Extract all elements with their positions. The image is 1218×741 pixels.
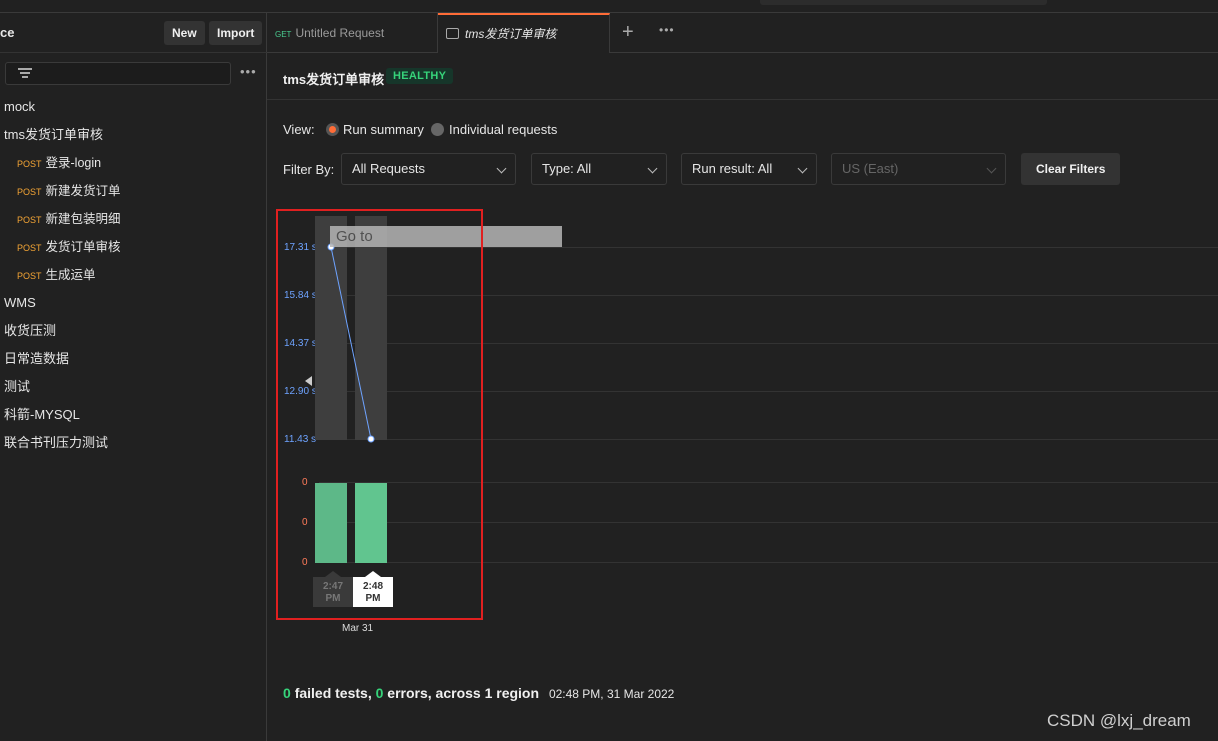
filter-icon xyxy=(18,68,32,80)
x-axis-date-label: Mar 31 xyxy=(342,623,374,634)
collection-tree: mock tms发货订单审核 POST 登录-login POST 新建发货订单 P… xyxy=(0,93,267,457)
collection-item[interactable]: tms发货订单审核 xyxy=(0,121,267,149)
collection-label: 收货压测 xyxy=(4,323,57,338)
collection-label: 日常造数据 xyxy=(4,351,70,366)
global-search-bar[interactable] xyxy=(760,0,1047,5)
failed-count: 0 xyxy=(283,685,291,701)
radio-run-summary[interactable] xyxy=(326,123,339,136)
method-badge: POST xyxy=(17,271,42,281)
tab-monitor[interactable]: tms发货订单审核 xyxy=(438,13,610,53)
annotation-highlight-box xyxy=(276,209,483,620)
method-badge: POST xyxy=(17,159,42,169)
radio-individual-requests-label[interactable]: Individual requests xyxy=(449,122,557,137)
tab-label: Untitled Request xyxy=(295,26,385,40)
filter-label: Filter By: xyxy=(283,162,335,177)
collection-label: 测试 xyxy=(4,379,31,394)
select-value: Run result: All xyxy=(692,161,773,176)
select-value: All Requests xyxy=(352,161,425,176)
sidebar-filter-input[interactable] xyxy=(5,62,231,85)
view-label: View: xyxy=(283,122,315,137)
chevron-down-icon xyxy=(797,163,808,174)
tab-bar: GET Untitled Request tms发货订单审核 + ••• xyxy=(267,13,1218,53)
request-label: 生成运单 xyxy=(45,268,96,282)
sidebar-header: ce New Import xyxy=(0,13,267,53)
errors-text: errors, across 1 region xyxy=(387,685,540,701)
collection-label: 联合书刊压力测试 xyxy=(4,435,109,450)
request-item[interactable]: POST 新建发货订单 xyxy=(0,177,267,205)
run-timestamp: 02:48 PM, 31 Mar 2022 xyxy=(548,687,675,701)
monitor-header: tms发货订单审核 HEALTHY xyxy=(267,53,1218,100)
collection-item[interactable]: 测试 xyxy=(0,373,267,401)
method-badge: POST xyxy=(17,187,42,197)
status-badge: HEALTHY xyxy=(386,68,454,84)
collection-item[interactable]: WMS xyxy=(0,289,267,317)
radio-individual-requests[interactable] xyxy=(431,123,444,136)
workspace-title: ce xyxy=(0,25,15,40)
requests-select[interactable]: All Requests xyxy=(341,153,516,185)
chevron-down-icon xyxy=(647,163,658,174)
more-tabs-icon[interactable]: ••• xyxy=(659,23,675,37)
monitor-icon xyxy=(446,28,459,40)
collection-item[interactable]: 日常造数据 xyxy=(0,345,267,373)
run-result-select[interactable]: Run result: All xyxy=(681,153,817,185)
collection-item[interactable]: 联合书刊压力测试 xyxy=(0,429,267,457)
tab-label: tms发货订单审核 xyxy=(465,27,557,41)
request-label: 新建包装明细 xyxy=(45,212,121,226)
chevron-down-icon xyxy=(986,163,997,174)
type-select[interactable]: Type: All xyxy=(531,153,667,185)
request-item[interactable]: POST 生成运单 xyxy=(0,261,267,289)
request-label: 新建发货订单 xyxy=(45,184,121,198)
more-options-icon[interactable]: ••• xyxy=(240,64,257,79)
page-title: tms发货订单审核 xyxy=(283,72,385,87)
method-badge: GET xyxy=(275,30,292,39)
monitor-panel: tms发货订单审核 HEALTHY View: Run summary Indi… xyxy=(267,53,1218,741)
method-badge: POST xyxy=(17,215,42,225)
collection-label: mock xyxy=(4,99,36,114)
method-badge: POST xyxy=(17,243,42,253)
collection-label: tms发货订单审核 xyxy=(4,127,103,142)
new-tab-plus-icon[interactable]: + xyxy=(622,20,634,44)
select-value: Type: All xyxy=(542,161,592,176)
import-button[interactable]: Import xyxy=(209,21,263,45)
request-label: 发货订单审核 xyxy=(45,240,121,254)
app-top-bar xyxy=(0,0,1218,13)
request-item[interactable]: POST 新建包装明细 xyxy=(0,205,267,233)
errors-count: 0 xyxy=(375,685,384,701)
radio-run-summary-label[interactable]: Run summary xyxy=(343,122,424,137)
run-summary-text: 0 failed tests, 0 errors, across 1 regio… xyxy=(283,685,674,701)
collection-label: WMS xyxy=(4,295,36,310)
filter-bar: Filter By: All Requests Type: All Run re… xyxy=(267,153,1218,185)
chevron-down-icon xyxy=(496,163,507,174)
request-label: 登录-login xyxy=(45,156,102,170)
request-item[interactable]: POST 发货订单审核 xyxy=(0,233,267,261)
new-button[interactable]: New xyxy=(164,21,205,45)
watermark: CSDN @lxj_dream xyxy=(1047,711,1191,730)
failed-text: failed tests, xyxy=(294,685,372,701)
request-item[interactable]: POST 登录-login xyxy=(0,149,267,177)
collection-item[interactable]: 收货压测 xyxy=(0,317,267,345)
select-value: US (East) xyxy=(842,161,899,176)
collection-item[interactable]: mock xyxy=(0,93,267,121)
run-summary-chart: 17.31 s 15.84 s 14.37 s 12.90 s 11.43 s … xyxy=(267,208,1218,638)
tab-untitled-request[interactable]: GET Untitled Request xyxy=(267,13,438,53)
region-select: US (East) xyxy=(831,153,1006,185)
collection-label: 科箭-MYSQL xyxy=(4,407,80,422)
sidebar: ce New Import ••• mock tms发货订单审核 POST 登录-… xyxy=(0,13,267,741)
clear-filters-button[interactable]: Clear Filters xyxy=(1021,153,1121,185)
collection-item[interactable]: 科箭-MYSQL xyxy=(0,401,267,429)
